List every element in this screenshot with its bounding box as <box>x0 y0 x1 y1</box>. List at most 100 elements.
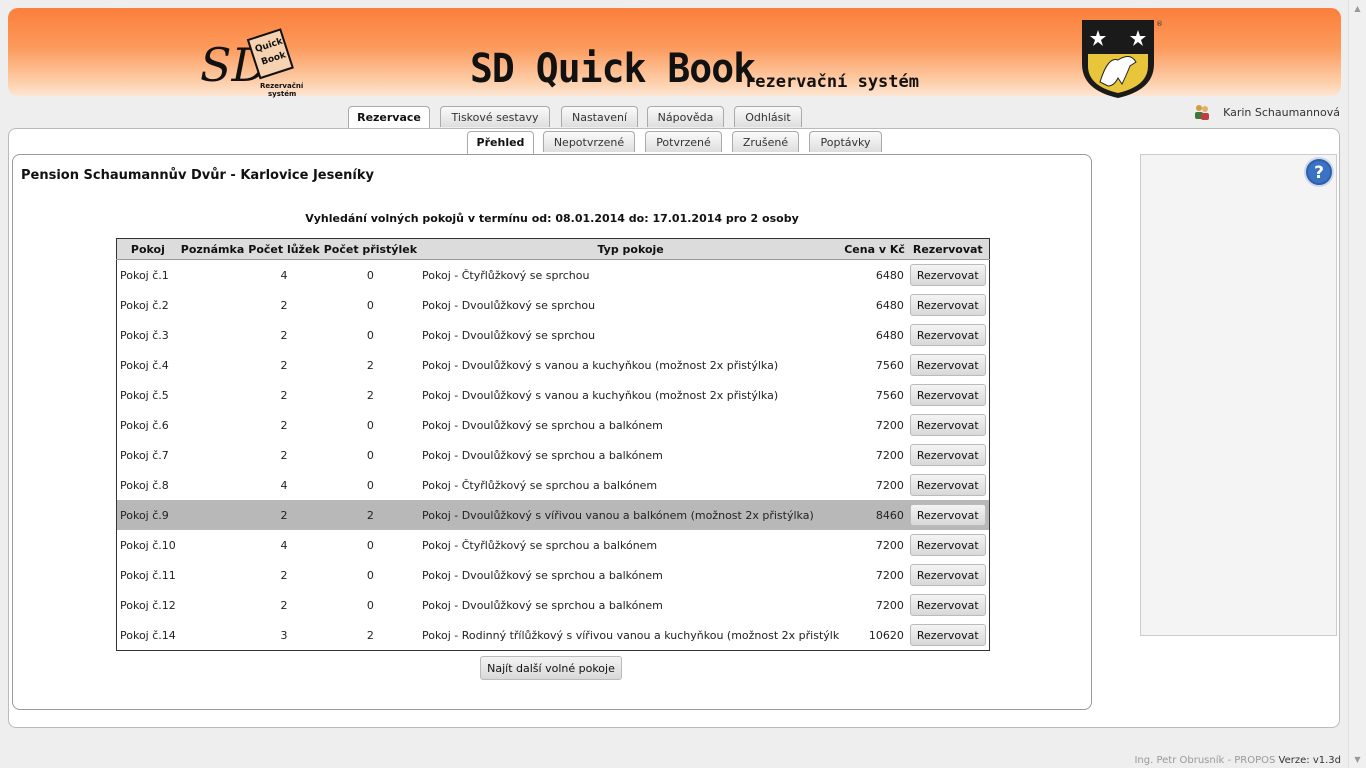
table-row[interactable]: Pokoj č.9 2 2 Pokoj - Dvoulůžkový s vířivou… <box>116 500 990 530</box>
table-row[interactable]: Pokoj č.12 2 0 Pokoj - Dvoulůžkový se sprch… <box>117 590 990 620</box>
tab-nastaveni[interactable]: Nastavení <box>561 106 638 127</box>
room-note <box>179 530 246 560</box>
reserve-button[interactable]: Rezervovat <box>909 534 986 556</box>
room-type: Pokoj - Dvoulůžkový s vířivou vanou a ba… <box>419 500 843 530</box>
room-type: Pokoj - Rodinný třílůžkový s vířivou van… <box>422 628 840 642</box>
room-name: Pokoj č.5 <box>120 388 169 402</box>
reserve-button[interactable]: Rezervovat <box>909 324 986 346</box>
room-type: Pokoj - Dvoulůžkový se sprchou <box>422 328 596 342</box>
room-type: Pokoj - Dvoulůžkový se sprchou a balkóne… <box>422 598 663 612</box>
room-type: Pokoj - Čtyřlůžkový se sprchou <box>422 268 590 282</box>
table-row[interactable]: Pokoj č.10 4 0 Pokoj - Čtyřlůžkový se sprch… <box>117 530 990 560</box>
table-row[interactable]: Pokoj č.1 4 0 Pokoj - Čtyřlůžkový se sprcho… <box>117 260 990 291</box>
room-extra-beds: 0 <box>366 478 374 492</box>
reserve-button[interactable]: Rezervovat <box>909 624 986 646</box>
tab-potvrzene[interactable]: Potvrzené <box>645 131 722 152</box>
room-name: Pokoj č.2 <box>120 298 169 312</box>
room-beds: 4 <box>280 538 288 552</box>
room-note <box>179 260 246 291</box>
reserve-button[interactable]: Rezervovat <box>909 474 986 496</box>
room-beds: 4 <box>280 478 288 492</box>
room-note <box>179 560 246 590</box>
reserve-button[interactable]: Rezervovat <box>909 294 986 316</box>
table-row[interactable]: Pokoj č.11 2 0 Pokoj - Dvoulůžkový se sprch… <box>117 560 990 590</box>
room-beds: 2 <box>280 328 288 342</box>
room-note <box>178 500 247 530</box>
room-beds: 2 <box>280 388 288 402</box>
sd-quickbook-logo: SD Quick Book Rezervační systém <box>200 28 303 98</box>
table-row[interactable]: Pokoj č.2 2 0 Pokoj - Dvoulůžkový se sprcho… <box>117 290 990 320</box>
reserve-cell: Rezervovat <box>906 500 990 530</box>
room-name: Pokoj č.3 <box>120 328 169 342</box>
room-extra-beds: 2 <box>321 500 420 530</box>
svg-text:®: ® <box>1156 20 1163 28</box>
app-subtitle: rezervační systém <box>745 72 919 92</box>
col-header-cena: Cena v Kč <box>842 238 907 260</box>
footer: Ing. Petr Obrusník - PROPOS Verze: v1.3d <box>1134 755 1341 766</box>
vertical-scrollbar[interactable]: ▲ ▼ <box>1348 0 1366 768</box>
room-extra-beds: 0 <box>366 298 374 312</box>
tab-rezervace[interactable]: Rezervace <box>348 106 430 129</box>
room-note <box>179 620 246 651</box>
table-row[interactable]: Pokoj č.8 4 0 Pokoj - Čtyřlůžkový se sprcho… <box>117 470 990 500</box>
room-type: Pokoj - Dvoulůžkový s vanou a kuchyňkou … <box>422 358 779 372</box>
room-name: Pokoj č.4 <box>120 358 169 372</box>
table-row[interactable]: Pokoj č.3 2 0 Pokoj - Dvoulůžkový se sprcho… <box>117 320 990 350</box>
tab-tiskove-sestavy[interactable]: Tiskové sestavy <box>440 106 550 127</box>
table-row[interactable]: Pokoj č.6 2 0 Pokoj - Dvoulůžkový se sprcho… <box>117 410 990 440</box>
room-extra-beds: 0 <box>366 418 374 432</box>
scroll-down-icon[interactable]: ▼ <box>1349 751 1366 768</box>
room-name: Pokoj č.10 <box>120 538 176 552</box>
col-header-pokoj: Pokoj <box>116 238 179 260</box>
table-row[interactable]: Pokoj č.5 2 2 Pokoj - Dvoulůžkový s vanou a… <box>117 380 990 410</box>
reserve-cell: Rezervovat <box>907 380 989 410</box>
reserve-cell: Rezervovat <box>907 620 989 651</box>
room-type: Pokoj - Dvoulůžkový se sprchou <box>422 298 596 312</box>
table-row[interactable]: Pokoj č.7 2 0 Pokoj - Dvoulůžkový se sprcho… <box>117 440 990 470</box>
header-banner: SD Quick Book Rezervační systém SD Quick… <box>8 8 1341 98</box>
room-name: Pokoj č.12 <box>120 598 176 612</box>
svg-text:?: ? <box>1314 163 1324 183</box>
room-extra-beds: 2 <box>366 628 374 642</box>
reserve-button[interactable]: Rezervovat <box>909 564 986 586</box>
reserve-button[interactable]: Rezervovat <box>909 444 986 466</box>
reserve-button[interactable]: Rezervovat <box>909 384 986 406</box>
room-name: Pokoj č.11 <box>120 568 176 582</box>
reserve-button[interactable]: Rezervovat <box>909 354 986 376</box>
page-title: Pension Schaumannův Dvůr - Karlovice Jes… <box>21 168 374 183</box>
tab-odhlasit[interactable]: Odhlásit <box>734 106 802 127</box>
table-row[interactable]: Pokoj č.4 2 2 Pokoj - Dvoulůžkový s vanou a… <box>117 350 990 380</box>
reserve-cell: Rezervovat <box>907 530 989 560</box>
room-extra-beds: 2 <box>366 388 374 402</box>
table-row[interactable]: Pokoj č.14 3 2 Pokoj - Rodinný třílůžkový s… <box>117 620 990 651</box>
room-name: Pokoj č.9 <box>116 500 179 530</box>
room-name: Pokoj č.1 <box>120 268 169 282</box>
tab-zrusene[interactable]: Zrušené <box>732 131 799 152</box>
svg-text:Rezervační: Rezervační <box>260 82 303 90</box>
reserve-button[interactable]: Rezervovat <box>909 504 986 526</box>
room-extra-beds: 0 <box>366 568 374 582</box>
room-beds: 4 <box>280 268 288 282</box>
tab-poptavky[interactable]: Poptávky <box>809 131 882 152</box>
find-more-rooms-button[interactable]: Najít další volné pokoje <box>480 656 622 680</box>
reserve-cell: Rezervovat <box>907 440 989 470</box>
table-header-row: Pokoj Poznámka Počet lůžek Počet přistýl… <box>116 238 990 260</box>
tab-nepotvrzene[interactable]: Nepotvrzené <box>543 131 635 152</box>
reserve-button[interactable]: Rezervovat <box>909 264 986 286</box>
room-note <box>179 590 246 620</box>
room-name: Pokoj č.6 <box>120 418 169 432</box>
room-price: 7560 <box>875 358 904 372</box>
col-header-typ-pokoje: Typ pokoje <box>419 238 843 260</box>
room-price: 10620 <box>868 628 904 642</box>
room-extra-beds: 0 <box>366 598 374 612</box>
tab-napoveda[interactable]: Nápověda <box>647 106 724 127</box>
room-price: 7560 <box>875 388 904 402</box>
reserve-button[interactable]: Rezervovat <box>909 594 986 616</box>
reserve-button[interactable]: Rezervovat <box>909 414 986 436</box>
rooms-table: Pokoj Poznámka Počet lůžek Počet přistýl… <box>116 238 990 651</box>
help-icon[interactable]: ? <box>1304 157 1334 187</box>
scroll-up-icon[interactable]: ▲ <box>1349 0 1366 17</box>
user-name: Karin Schaumannová <box>1223 106 1340 119</box>
footer-version: Verze: v1.3d <box>1278 755 1341 766</box>
tab-prehled[interactable]: Přehled <box>467 131 534 154</box>
